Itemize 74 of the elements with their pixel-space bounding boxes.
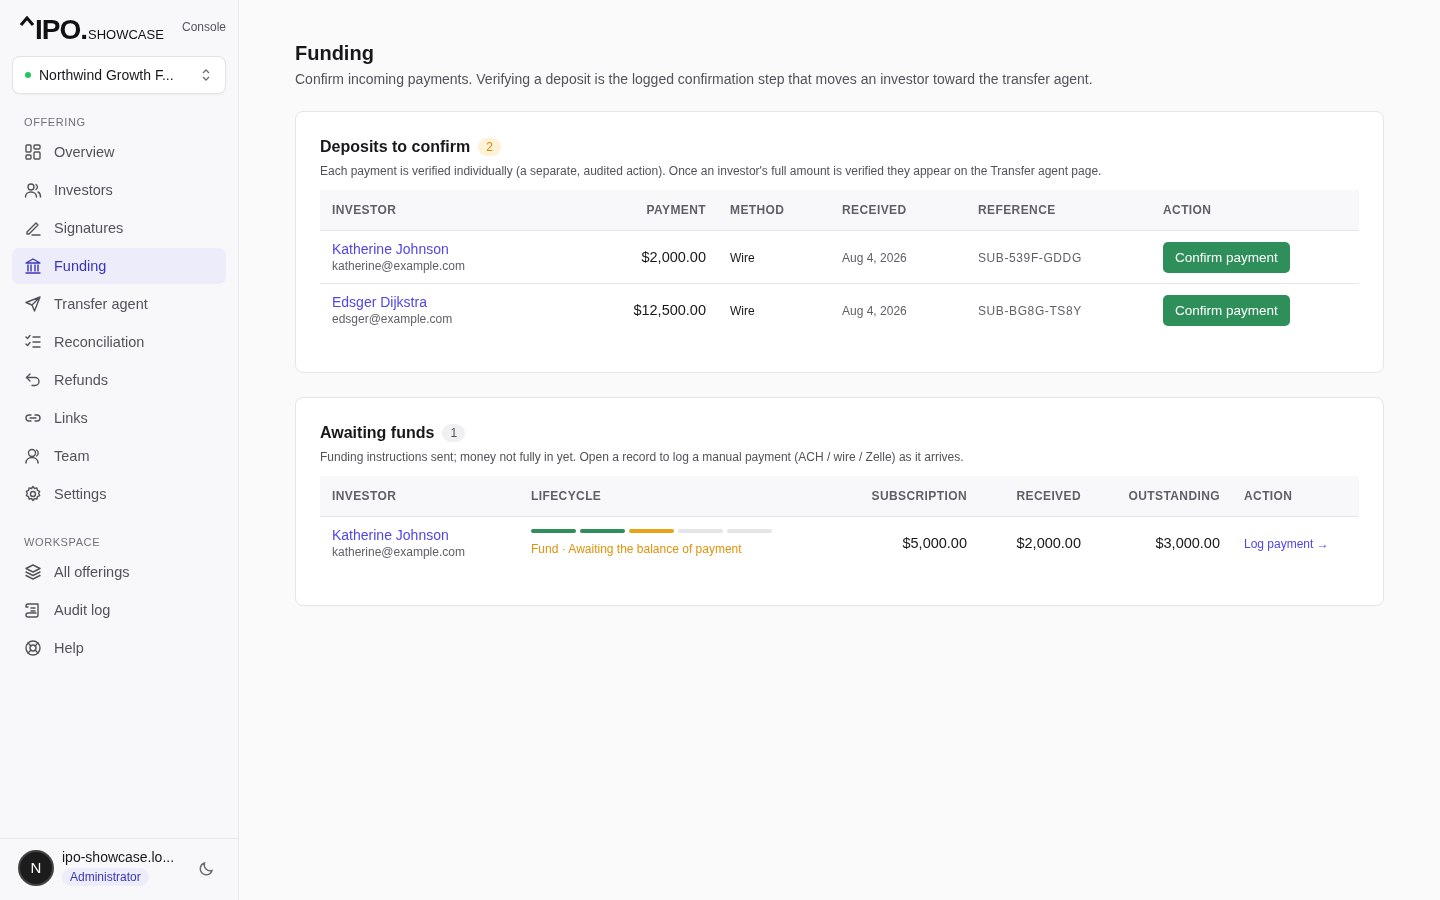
checklist-icon	[24, 333, 42, 351]
payment-amount: $12,500.00	[633, 302, 706, 318]
outstanding-amount: $3,000.00	[1155, 535, 1220, 551]
users-icon	[24, 181, 42, 199]
nav-item[interactable]: Reconciliation	[12, 324, 226, 360]
card-title: Deposits to confirm	[320, 138, 471, 156]
nav-item[interactable]: Links	[12, 400, 226, 436]
bank-icon	[24, 257, 42, 275]
nav-item[interactable]: Investors	[12, 172, 226, 208]
reference-code: SUB-539F-GDDG	[978, 251, 1082, 265]
card-description: Funding instructions sent; money not fully in yet. Open a record to log a manual payment (ACH / wire / Zelle) as it arrives.	[320, 450, 965, 464]
chevron-updown-icon	[201, 68, 211, 82]
received-amount: $2,000.00	[1016, 535, 1081, 551]
column-header: ACTION	[1151, 190, 1359, 231]
column-header: RECEIVED	[979, 476, 1093, 517]
layers-icon	[24, 563, 42, 581]
avatar[interactable]: N	[18, 849, 54, 886]
confirm-payment-button[interactable]: Confirm payment	[1163, 294, 1290, 326]
subscription-amount: $5,000.00	[902, 535, 967, 551]
nav-item[interactable]: Help	[12, 630, 226, 666]
received-date: Aug 4, 2026	[842, 304, 907, 318]
nav-item[interactable]: All offerings	[12, 554, 226, 590]
section-heading: WORKSPACE	[23, 535, 102, 550]
investor-email: edsger@example.com	[332, 312, 454, 326]
confirm-payment-button[interactable]: Confirm payment	[1163, 241, 1290, 273]
logo[interactable]: IPO.SHOWCASE	[20, 14, 164, 46]
section-heading: OFFERING	[23, 115, 87, 130]
investor-email: katherine@example.com	[332, 545, 466, 559]
offering-selector[interactable]: Northwind Growth F...	[12, 56, 226, 94]
scroll-icon	[24, 601, 42, 619]
investor-link[interactable]: Katherine Johnson	[332, 527, 507, 543]
investor-link[interactable]: Katherine Johnson	[332, 241, 572, 257]
send-icon	[24, 295, 42, 313]
payment-amount: $2,000.00	[641, 249, 706, 265]
column-header: ACTION	[1232, 476, 1359, 517]
nav-item[interactable]: Refunds	[12, 362, 226, 398]
undo-icon	[24, 371, 42, 389]
gear-icon	[24, 485, 42, 503]
investor-link[interactable]: Edsger Dijkstra	[332, 294, 572, 310]
nav-item[interactable]: Signatures	[12, 210, 226, 246]
reference-code: SUB-BG8G-TS8Y	[978, 304, 1082, 318]
user-email: ipo-showcase.lo...	[62, 849, 175, 865]
nav-item[interactable]: Audit log	[12, 592, 226, 628]
payment-method: Wire	[730, 251, 755, 265]
role-badge: Administrator	[62, 868, 149, 886]
lifebuoy-icon	[24, 639, 42, 657]
user-icon	[24, 447, 42, 465]
column-header: LIFECYCLE	[519, 476, 833, 517]
nav-item[interactable]: Overview	[12, 134, 226, 170]
payment-method: Wire	[730, 304, 755, 318]
column-header: OUTSTANDING	[1093, 476, 1232, 517]
nav-item[interactable]: Funding	[12, 248, 226, 284]
page-title: Funding	[295, 42, 375, 65]
nav-item[interactable]: Team	[12, 438, 226, 474]
console-label: Console	[181, 20, 226, 34]
column-header: METHOD	[718, 190, 830, 231]
count-badge: 2	[478, 138, 501, 156]
page-subtitle: Confirm incoming payments. Verifying a deposit is the logged confirmation step that moves an investor toward the transfer agent.	[295, 71, 1094, 87]
column-header: PAYMENT	[584, 190, 718, 231]
column-header: RECEIVED	[830, 190, 966, 231]
card-description: Each payment is verified individually (a separate, audited action). Once an investor's full amount is verified they appear on the Transfer agent page.	[320, 164, 1103, 178]
received-date: Aug 4, 2026	[842, 251, 907, 265]
column-header: INVESTOR	[320, 190, 584, 231]
column-header: SUBSCRIPTION	[833, 476, 979, 517]
log-payment-link[interactable]: Log payment →	[1244, 537, 1329, 551]
count-badge: 1	[442, 424, 466, 442]
card-title: Awaiting funds	[320, 424, 435, 442]
nav-item[interactable]: Transfer agent	[12, 286, 226, 322]
investor-email: katherine@example.com	[332, 259, 466, 273]
column-header: INVESTOR	[320, 476, 519, 517]
column-header: REFERENCE	[966, 190, 1151, 231]
lifecycle-status: Fund · Awaiting the balance of payment	[531, 542, 742, 556]
nav-item[interactable]: Settings	[12, 476, 226, 512]
grid-icon	[24, 143, 42, 161]
